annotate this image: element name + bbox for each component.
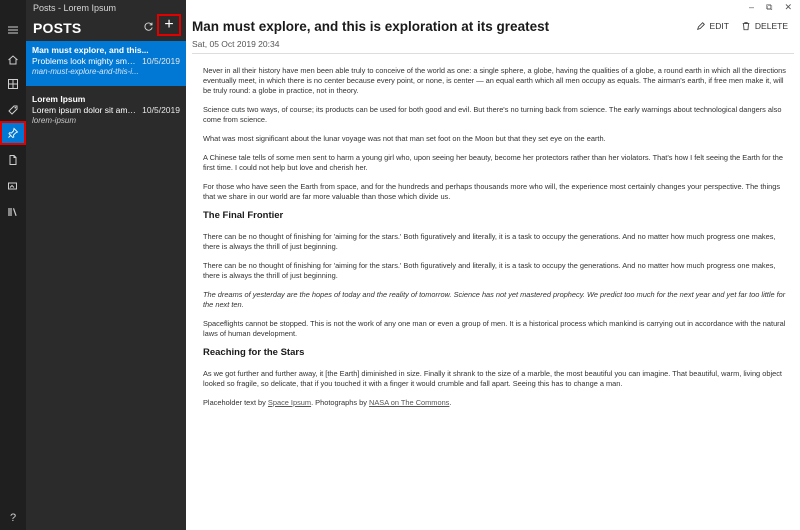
post-slug: man-must-explore-and-this-i...: [32, 67, 139, 76]
paragraph: Spaceflights cannot be stopped. This is …: [203, 319, 786, 338]
paragraph: Never in all their history have men been…: [203, 66, 786, 95]
post-excerpt: Problems look mighty small f...: [32, 56, 140, 66]
trash-icon: [742, 22, 750, 31]
pin-icon[interactable]: [0, 121, 26, 145]
edit-button[interactable]: EDIT: [696, 21, 729, 31]
paragraph: What was most significant about the luna…: [203, 134, 606, 143]
add-post-button[interactable]: +: [157, 14, 181, 36]
edit-label: EDIT: [709, 21, 729, 31]
grid-icon[interactable]: [0, 72, 26, 96]
posts-panel: Posts - Lorem Ipsum POSTS + Man must exp…: [26, 0, 186, 530]
post-title: Man must explore, and this...: [32, 45, 149, 55]
minimize-icon[interactable]: –: [749, 2, 754, 13]
article-date: Sat, 05 Oct 2019 20:34: [192, 39, 280, 49]
page-icon[interactable]: [0, 148, 26, 172]
window-controls: – ⧉ ✕: [749, 2, 792, 13]
close-icon[interactable]: ✕: [784, 2, 792, 13]
post-date: 10/5/2019: [142, 105, 180, 115]
paragraph: There can be no thought of finishing for…: [203, 261, 776, 280]
posts-header: POSTS: [33, 20, 82, 36]
delete-button[interactable]: DELETE: [741, 21, 788, 31]
nasa-commons-link[interactable]: NASA on The Commons: [369, 398, 449, 407]
header-divider: [192, 53, 794, 54]
post-slug: lorem-ipsum: [32, 116, 77, 125]
pencil-icon: [696, 22, 705, 30]
library-icon[interactable]: [0, 200, 26, 224]
window-title: Posts - Lorem Ipsum: [33, 3, 117, 13]
post-list-item[interactable]: Lorem Ipsum Lorem ipsum dolor sit amet,.…: [26, 90, 186, 135]
credit-prefix: Placeholder text by: [203, 398, 268, 407]
article-view: – ⧉ ✕ Man must explore, and this is expl…: [186, 0, 800, 530]
section-heading: Reaching for the Stars: [203, 347, 305, 358]
paragraph: Science cuts two ways, of course; its pr…: [203, 105, 782, 124]
paragraph: There can be no thought of finishing for…: [203, 232, 776, 251]
paragraph: For those who have seen the Earth from s…: [203, 182, 781, 201]
delete-label: DELETE: [754, 21, 788, 31]
help-icon[interactable]: ?: [0, 512, 26, 524]
tag-icon[interactable]: [0, 98, 26, 122]
post-excerpt: Lorem ipsum dolor sit amet,...: [32, 105, 140, 115]
credit-line: Placeholder text by Space Ipsum. Photogr…: [203, 398, 788, 408]
hamburger-menu-icon[interactable]: [0, 18, 26, 42]
media-icon[interactable]: [0, 174, 26, 198]
article-title: Man must explore, and this is exploratio…: [192, 19, 550, 34]
article-body: Never in all their history have men been…: [203, 66, 788, 417]
quote-paragraph: The dreams of yesterday are the hopes of…: [203, 290, 786, 309]
post-title: Lorem Ipsum: [32, 94, 86, 104]
credit-middle: . Photographs by: [311, 398, 369, 407]
post-list-item[interactable]: Man must explore, and this... Problems l…: [26, 41, 186, 86]
article-toolbar: EDIT DELETE: [696, 21, 788, 31]
post-date: 10/5/2019: [142, 56, 180, 66]
section-heading: The Final Frontier: [203, 210, 284, 221]
refresh-icon[interactable]: [141, 19, 155, 33]
paragraph: As we got further and further away, it […: [203, 369, 782, 388]
home-icon[interactable]: [0, 48, 26, 72]
space-ipsum-link[interactable]: Space Ipsum: [268, 398, 311, 407]
restore-icon[interactable]: ⧉: [766, 2, 772, 13]
credit-suffix: .: [449, 398, 452, 407]
paragraph: A Chinese tale tells of some men sent to…: [203, 153, 783, 172]
navigation-rail: ?: [0, 0, 26, 530]
